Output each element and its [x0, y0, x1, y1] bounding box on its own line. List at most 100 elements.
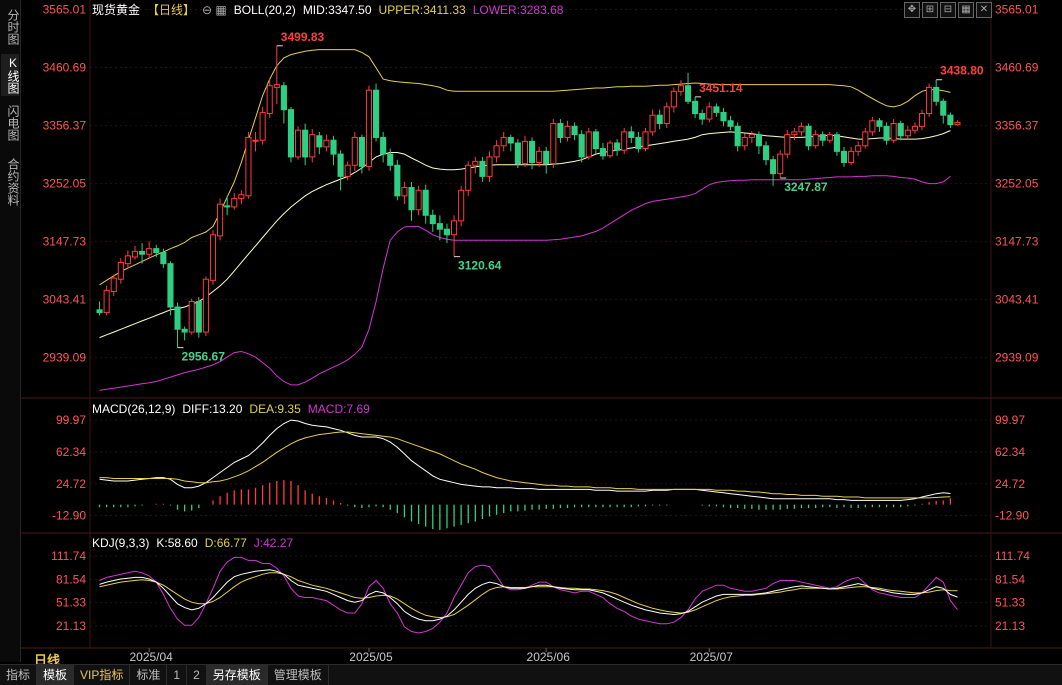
boll-lower-value: LOWER:3283.68	[473, 3, 564, 17]
candle-up	[954, 121, 961, 126]
boll-upper-value: UPPER:3411.33	[379, 3, 466, 17]
macd-tick-label-left: 24.72	[56, 477, 86, 491]
candle-up	[451, 220, 458, 236]
price-tick-label-left: 3356.37	[43, 119, 87, 133]
macd-tick-label-right: 24.72	[995, 477, 1025, 491]
tab-1[interactable]: 1	[167, 665, 188, 685]
macd-tick-label-left: 62.34	[56, 445, 86, 459]
bottom-tab-bar: 指标 模板 VIP指标 标准 1 2 另存模板 管理模板	[0, 664, 1062, 685]
price-tick-label-right: 2939.09	[995, 351, 1039, 365]
candle-up	[465, 164, 472, 191]
instrument-name: 现货黄金	[92, 2, 140, 17]
candle-down	[280, 85, 287, 111]
price-tick-label-right: 3460.69	[995, 61, 1039, 75]
candle-up	[585, 131, 592, 158]
candle-up	[869, 120, 876, 133]
candle-down	[819, 134, 826, 141]
candle-up	[238, 194, 245, 200]
kdj-tick-label-right: 21.13	[995, 619, 1025, 633]
kdj-tick-label-left: 111.74	[51, 549, 86, 563]
candle-up	[252, 139, 259, 142]
zoom-in-icon[interactable]: ⊞	[922, 2, 938, 18]
macd-tick-label-left: -12.90	[52, 509, 86, 523]
candle-down	[840, 150, 848, 163]
candle-up	[401, 186, 408, 197]
price-low-annotation: 2956.67	[182, 350, 226, 364]
candle-up	[926, 86, 933, 115]
candle-up	[209, 234, 217, 281]
candle-up	[500, 136, 507, 147]
price-high-annotation: 3499.83	[281, 30, 325, 44]
kdj-tick-label-right: 111.74	[995, 549, 1030, 563]
candle-up	[862, 131, 869, 147]
indicator-controls-icon: ⊖ ▦	[202, 3, 227, 17]
kdj-tick-label-left: 51.33	[56, 596, 86, 610]
candle-down	[153, 248, 160, 254]
tab-vip-indicator[interactable]: VIP指标	[74, 665, 131, 685]
candle-down	[408, 186, 415, 211]
candle-up	[521, 140, 529, 165]
macd-tick-label-right: 62.34	[995, 445, 1025, 459]
boll-params: BOLL(20,2)	[234, 3, 296, 17]
candle-up	[536, 150, 543, 163]
move-icon[interactable]: ✥	[904, 2, 920, 18]
zoom-out-icon[interactable]: ⊟	[940, 2, 956, 18]
sidebar-item-contract-info[interactable]: 合约资料	[1, 152, 20, 212]
candle-up	[550, 123, 557, 165]
sidebar-item-time-chart[interactable]: 分时图	[1, 6, 20, 48]
time-axis-label: 2025/07	[690, 650, 734, 664]
price-tick-label-left: 3565.01	[43, 3, 87, 17]
candle-down	[316, 135, 323, 148]
candle-up	[748, 134, 755, 138]
left-sidebar: 分时图 K线图 闪电图 合约资料	[0, 0, 21, 662]
candle-down	[224, 205, 231, 208]
candle-down	[479, 160, 486, 177]
candle-up	[777, 153, 784, 175]
kdj-d-value: D:66.77	[205, 536, 247, 550]
macd-tick-label-right: 99.97	[995, 413, 1025, 427]
tab-indicator[interactable]: 指标	[0, 665, 38, 685]
tab-save-template[interactable]: 另存模板	[206, 665, 268, 685]
candle-down	[720, 111, 727, 122]
sidebar-item-lightning-chart[interactable]: 闪电图	[1, 102, 20, 144]
candle-up	[918, 113, 926, 127]
macd-hist-value: MACD:7.69	[308, 402, 370, 416]
candle-up	[606, 142, 614, 157]
price-tick-label-right: 3356.37	[995, 119, 1039, 133]
kdj-tick-label-left: 81.54	[56, 572, 86, 586]
candle-up	[188, 300, 195, 333]
candle-down	[734, 125, 741, 147]
price-chart-canvas[interactable]: 3565.01 3565.01 3460.69 3460.69 3356.37 3356.…	[21, 0, 1062, 664]
candle-up	[295, 129, 302, 158]
candle-up	[344, 164, 351, 177]
candle-up	[812, 134, 819, 147]
tab-standard[interactable]: 标准	[130, 665, 168, 685]
tab-template[interactable]: 模板	[37, 665, 75, 685]
candle-up	[649, 114, 656, 133]
close-icon[interactable]: ✕	[976, 2, 992, 18]
candle-down	[684, 85, 692, 102]
candle-up	[273, 84, 280, 88]
candle-down	[713, 106, 720, 113]
candle-up	[784, 134, 791, 155]
price-tick-label-right: 3565.01	[995, 3, 1039, 17]
candle-down	[592, 131, 599, 150]
price-low-annotation: 3120.64	[458, 259, 502, 273]
candle-up	[351, 136, 358, 166]
candle-down	[507, 136, 514, 144]
tab-manage-template[interactable]: 管理模板	[268, 665, 329, 685]
candle-up	[117, 262, 124, 280]
candle-up	[826, 134, 833, 141]
candle-down	[883, 125, 890, 141]
candle-down	[394, 164, 401, 197]
kdj-title: KDJ(9,3,3)	[92, 536, 149, 550]
candle-up	[798, 125, 805, 133]
candle-up	[741, 136, 748, 147]
candle-down	[656, 114, 663, 125]
sidebar-item-kline-chart[interactable]: K线图	[1, 54, 20, 96]
candle-up	[365, 89, 373, 167]
candle-up	[231, 198, 238, 208]
time-axis-label: 2025/05	[349, 650, 393, 664]
grid-icon[interactable]: ▦	[958, 2, 974, 18]
tab-2[interactable]: 2	[187, 665, 207, 685]
